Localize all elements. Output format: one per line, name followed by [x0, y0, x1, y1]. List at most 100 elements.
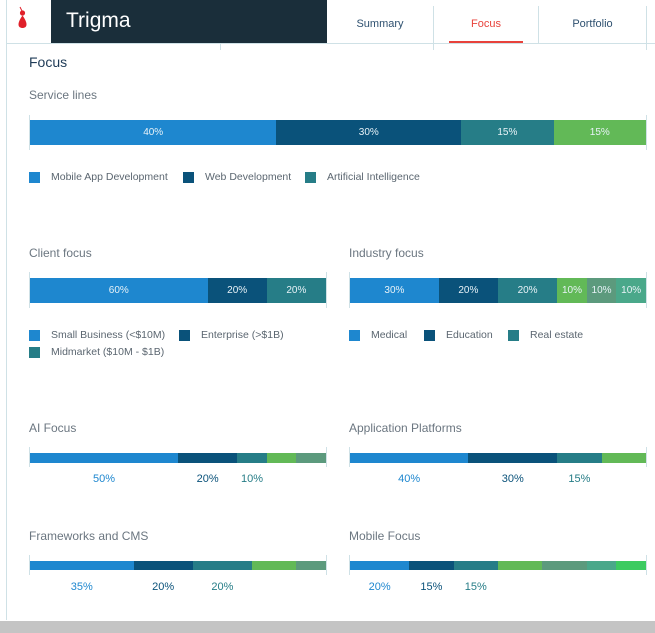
- bar-segment: [468, 453, 558, 463]
- tab-portfolio[interactable]: Portfolio: [539, 6, 647, 43]
- legend-item: Artificial Intelligence: [305, 171, 420, 183]
- bar-segment: [453, 561, 498, 570]
- legend-label: Small Business (<$10M): [51, 329, 166, 341]
- section-title-frameworks-cms: Frameworks and CMS: [29, 529, 149, 543]
- section-title-industry-focus: Industry focus: [349, 246, 424, 260]
- logo[interactable]: [7, 0, 51, 43]
- bar-segment: 10%: [616, 278, 646, 303]
- bar-segment: [133, 561, 193, 570]
- tab-summary[interactable]: Summary: [327, 6, 434, 43]
- value-label: 10%: [240, 473, 264, 485]
- legend-swatch: [29, 329, 40, 341]
- bar-segment: 20%: [266, 278, 326, 303]
- legend-item: Education: [424, 329, 493, 341]
- legend-label: Mobile App Development: [51, 171, 168, 183]
- section-title-mobile-focus: Mobile Focus: [349, 529, 421, 543]
- header-divider: [7, 43, 655, 44]
- segment-label: 10%: [561, 285, 582, 296]
- value-label: 20%: [152, 581, 175, 593]
- legend-item: Small Business (<$10M): [29, 329, 165, 341]
- legend-swatch: [305, 171, 316, 183]
- value-label: 20%: [196, 473, 219, 485]
- value-label: 20%: [211, 581, 234, 593]
- bar-segment: [409, 561, 454, 570]
- frameworks-cms-bar: [30, 561, 326, 570]
- tab-focus[interactable]: Focus: [434, 6, 539, 44]
- service-lines-bar: 40% 30% 15% 15%: [30, 120, 646, 145]
- section-title-application-platforms: Application Platforms: [349, 421, 462, 435]
- brand-title: Trigma: [51, 0, 327, 43]
- section-title-ai-focus: AI Focus: [29, 421, 77, 435]
- header: Trigma Summary Focus Portfolio: [0, 0, 655, 44]
- legend-item: Medical: [349, 329, 407, 341]
- legend-label: Enterprise (>$1B): [201, 329, 284, 341]
- legend-label: Medical: [371, 329, 408, 341]
- legend-swatch: [508, 329, 519, 341]
- bar-segment: 60%: [30, 278, 208, 303]
- bar-segment: [557, 453, 602, 463]
- bar-segment: 20%: [497, 278, 558, 303]
- value-label: 40%: [398, 473, 421, 485]
- legend-swatch: [29, 171, 40, 183]
- segment-label: 15%: [589, 127, 610, 138]
- bar-edge: [326, 447, 327, 467]
- divider-tick: [433, 44, 434, 50]
- tab-bar: Summary Focus Portfolio: [327, 0, 655, 44]
- bar-edge: [646, 555, 647, 575]
- segment-label: 20%: [517, 285, 538, 296]
- bar-segment: [296, 453, 326, 463]
- bar-segment: 10%: [586, 278, 617, 303]
- value-label: 15%: [464, 581, 487, 593]
- bar-segment: [586, 561, 617, 570]
- value-label: 50%: [92, 473, 116, 485]
- legend-swatch: [349, 329, 360, 341]
- section-title-client-focus: Client focus: [29, 246, 92, 260]
- bar-segment: 15%: [553, 120, 646, 145]
- client-focus-bar: 60% 20% 20%: [30, 278, 326, 303]
- segment-label: 10%: [621, 285, 642, 296]
- divider-tick: [220, 44, 221, 50]
- legend-swatch: [424, 329, 435, 341]
- bar-segment: [497, 561, 543, 570]
- section-title-service-lines: Service lines: [29, 88, 98, 102]
- bar-segment: [237, 453, 267, 463]
- bar-segment: 20%: [438, 278, 498, 303]
- application-platforms-bar: [350, 453, 646, 463]
- horizontal-scrollbar[interactable]: [0, 621, 655, 633]
- legend-label: Midmarket ($10M - $1B): [51, 346, 165, 358]
- legend-swatch: [179, 329, 190, 341]
- bar-segment: 20%: [207, 278, 267, 303]
- bar-segment: [192, 561, 252, 570]
- divider-tick: [646, 44, 647, 50]
- value-label: 35%: [70, 581, 93, 593]
- industry-focus-bar: 30% 20% 20% 10% 10% 10%: [350, 278, 646, 303]
- segment-label: 20%: [227, 285, 248, 296]
- segment-label: 30%: [384, 285, 405, 296]
- bar-segment: [251, 561, 297, 570]
- legend-item: Real estate: [508, 329, 583, 341]
- segment-label: 15%: [497, 127, 518, 138]
- bar-segment: [616, 561, 646, 570]
- legend-label: Web Development: [205, 171, 292, 183]
- value-label: 15%: [420, 581, 443, 593]
- legend-swatch: [183, 171, 194, 183]
- bar-edge: [646, 115, 647, 150]
- frame-border: [6, 0, 7, 620]
- tab-label: Summary: [356, 18, 404, 30]
- bar-segment: [266, 453, 297, 463]
- legend-label: Artificial Intelligence: [327, 171, 420, 183]
- segment-label: 60%: [108, 285, 129, 296]
- bar-segment: [296, 561, 326, 570]
- bar-segment: 40%: [30, 120, 277, 145]
- tab-label: Portfolio: [572, 18, 613, 30]
- segment-label: 40%: [143, 127, 164, 138]
- bar-segment: [30, 561, 134, 570]
- bar-segment: 15%: [461, 120, 554, 145]
- legend-label: Education: [446, 329, 493, 341]
- bar-segment: [350, 453, 469, 463]
- bar-segment: [30, 453, 178, 463]
- bar-edge: [326, 555, 327, 575]
- bar-segment: [601, 453, 646, 463]
- bar-edge: [646, 272, 647, 308]
- segment-label: 20%: [458, 285, 479, 296]
